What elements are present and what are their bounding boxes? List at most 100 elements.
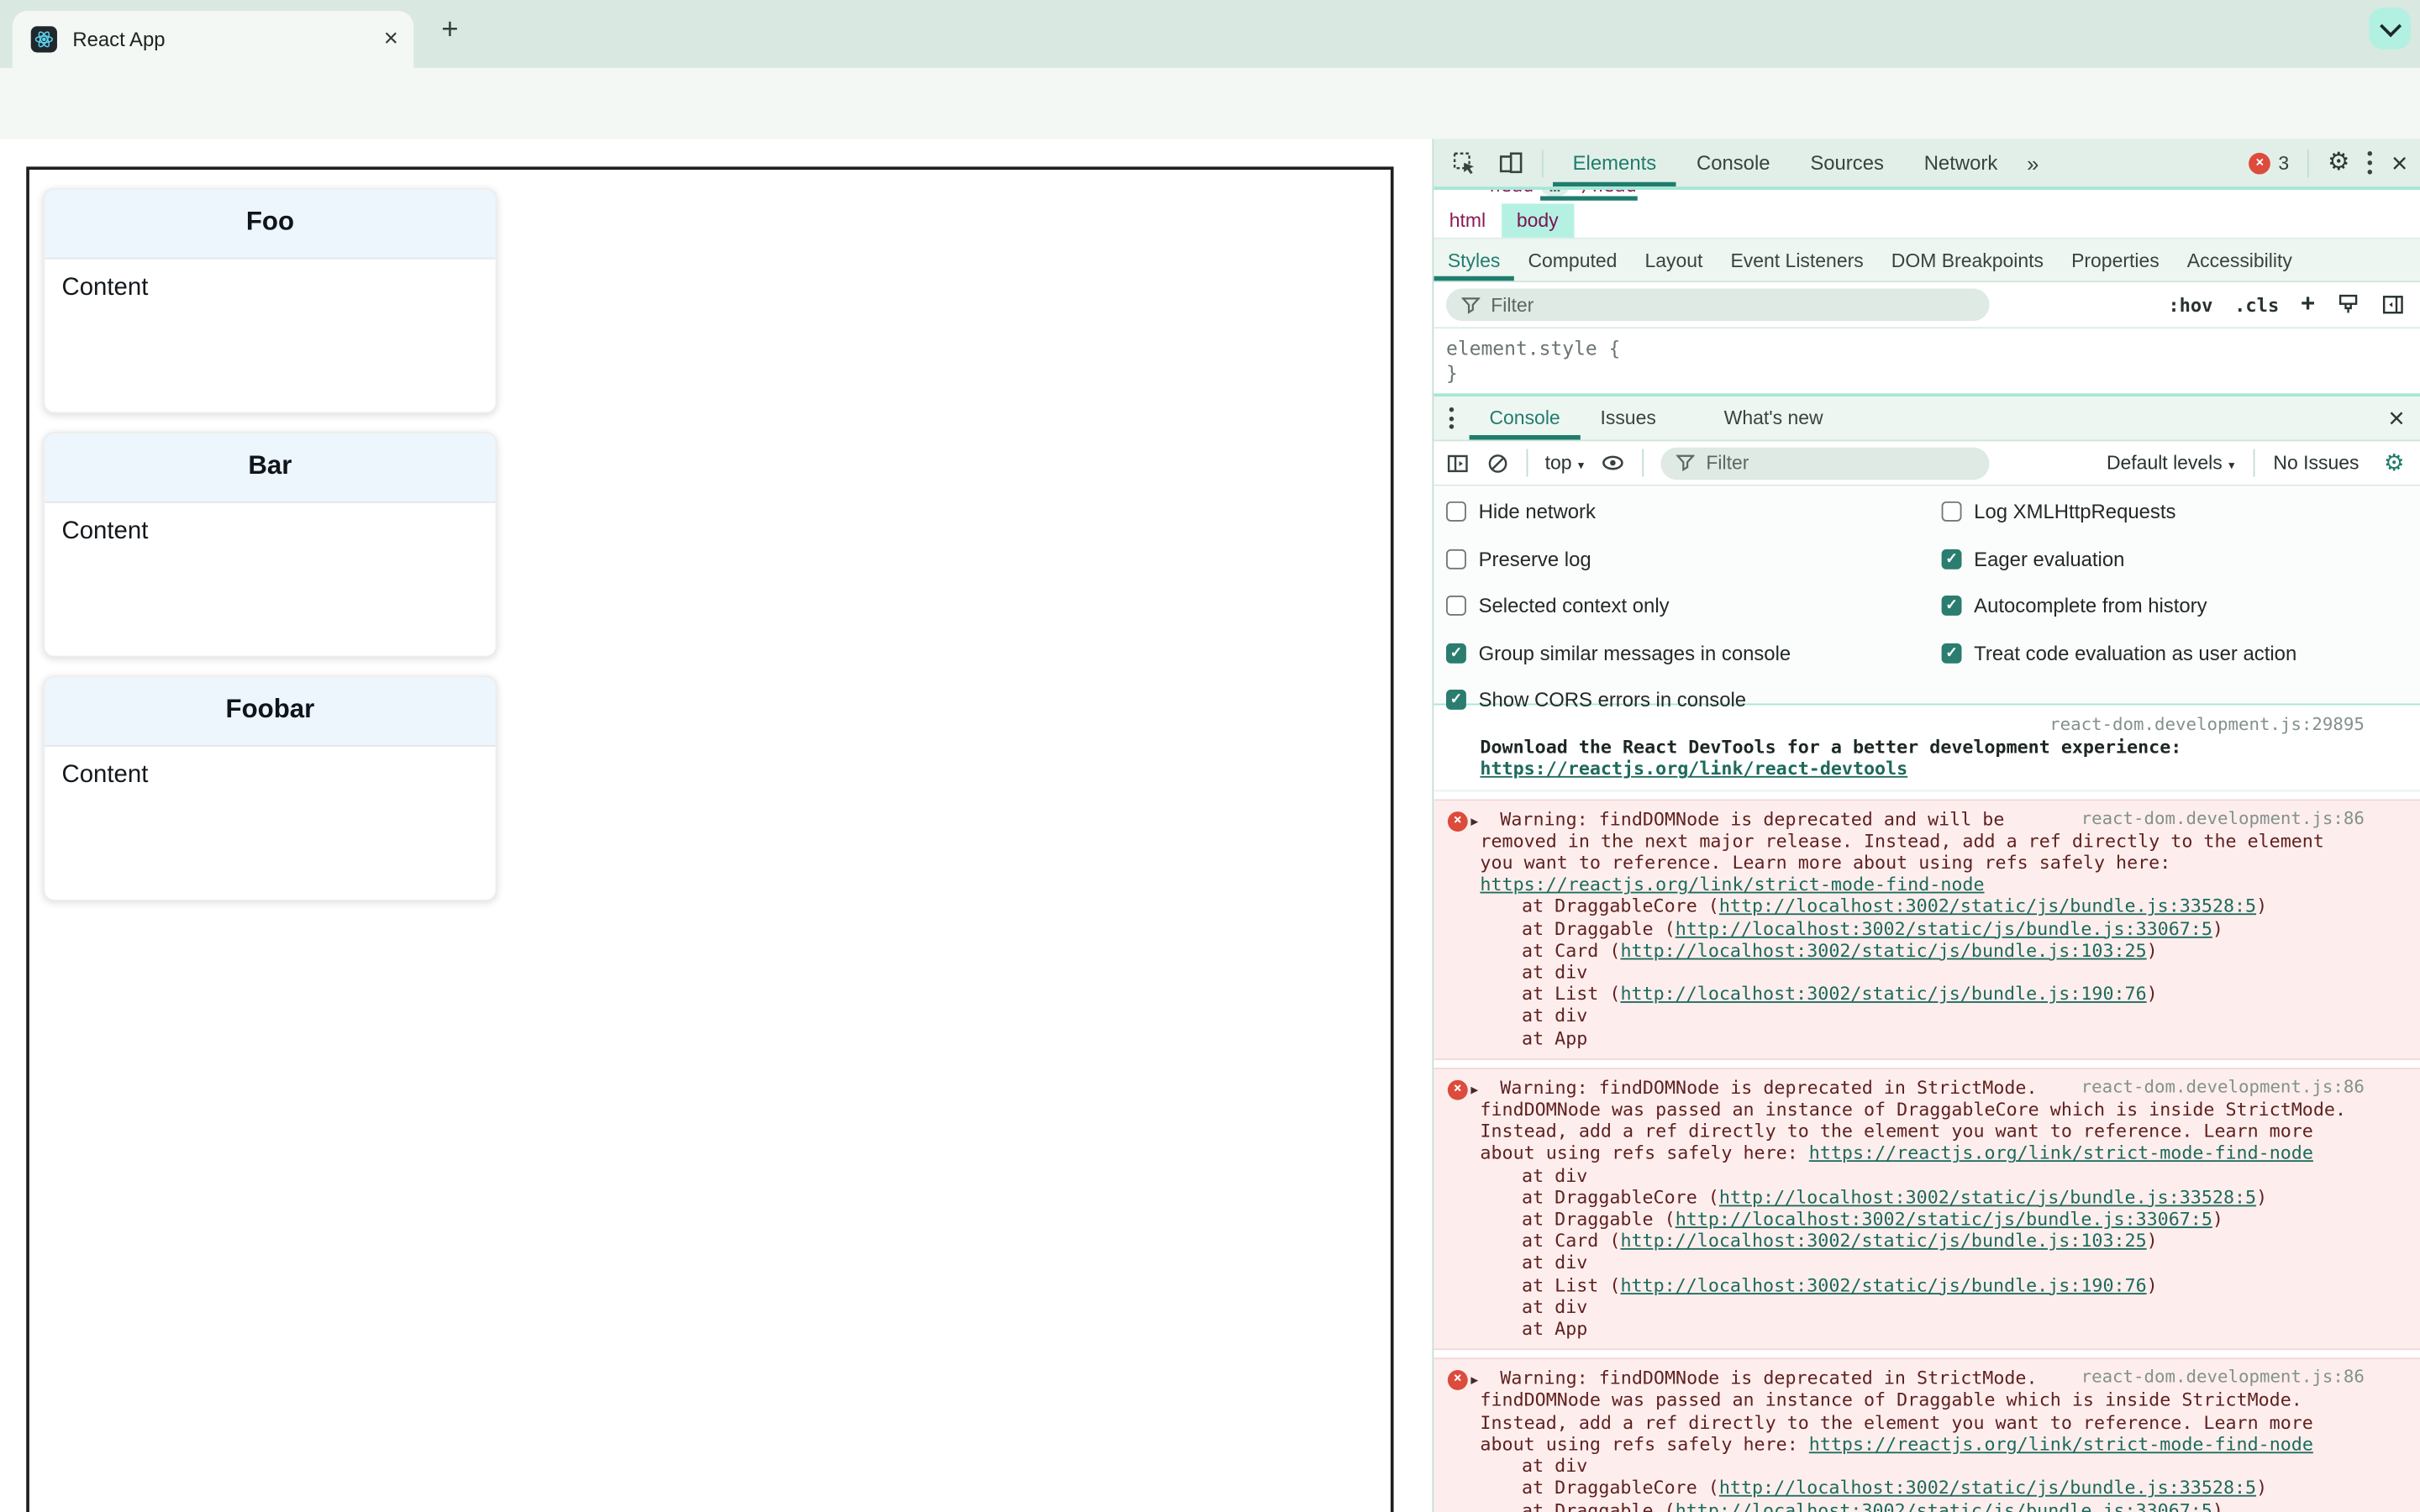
console-setting[interactable]: ✓ Group similar messages in console	[1446, 641, 1791, 664]
stack-link[interactable]: http://localhost:3002/static/js/bundle.j…	[1620, 983, 2146, 1005]
console-setting[interactable]: Hide network	[1446, 500, 1791, 523]
settings-gear-icon[interactable]: ⚙	[2328, 150, 2349, 175]
tab-styles[interactable]: Styles	[1434, 239, 1514, 281]
checkbox-unchecked[interactable]	[1446, 501, 1466, 522]
source-location[interactable]: react-dom.development.js:29895	[1480, 714, 2365, 736]
source-location[interactable]: react-dom.development.js:86	[2081, 1077, 2365, 1099]
expand-triangle-icon[interactable]: ▶	[1470, 1079, 1478, 1101]
stack-link[interactable]: http://localhost:3002/static/js/bundle.j…	[1719, 895, 2256, 917]
console-setting[interactable]: Selected context only	[1446, 594, 1791, 617]
expand-triangle-icon[interactable]: ▶	[1470, 1371, 1478, 1393]
devtools-link[interactable]: https://reactjs.org/link/react-devtools	[1480, 759, 1907, 780]
console-setting[interactable]: ✓ Autocomplete from history	[1941, 594, 2297, 617]
checkbox-checked[interactable]: ✓	[1941, 643, 1962, 663]
card-header[interactable]: Bar	[45, 433, 496, 503]
tab-drawer-whats-new[interactable]: What's new	[1704, 396, 1844, 439]
stack-link[interactable]: http://localhost:3002/static/js/bundle.j…	[1676, 1208, 2212, 1230]
new-style-rule-button[interactable]: +	[2301, 291, 2315, 318]
element-style-open: element.style {	[1446, 336, 1621, 360]
content-card[interactable]: Foobar Content	[43, 675, 497, 901]
checkbox-checked[interactable]: ✓	[1941, 548, 1962, 569]
tab-computed[interactable]: Computed	[1514, 239, 1631, 281]
tab-event-listeners[interactable]: Event Listeners	[1717, 239, 1877, 281]
content-card[interactable]: Foo Content	[43, 188, 497, 414]
issues-counter[interactable]: No Issues	[2273, 452, 2359, 474]
stack-link[interactable]: http://localhost:3002/static/js/bundle.j…	[1719, 1477, 2256, 1499]
stack-link[interactable]: http://localhost:3002/static/js/bundle.j…	[1620, 939, 2146, 961]
breadcrumb-body[interactable]: body	[1501, 203, 1574, 238]
hov-toggle[interactable]: :hov	[2168, 294, 2212, 316]
styles-filter-input[interactable]: Filter	[1446, 288, 1990, 322]
tab-elements[interactable]: Elements	[1553, 139, 1676, 186]
device-toolbar-icon[interactable]	[1498, 150, 1523, 175]
tab-network[interactable]: Network	[1904, 139, 2018, 186]
log-levels-dropdown[interactable]: Default levels ▾	[2107, 452, 2235, 474]
stack-link[interactable]: http://localhost:3002/static/js/bundle.j…	[1676, 1499, 2212, 1512]
dom-ellipsis[interactable]: …	[1539, 189, 1570, 196]
new-tab-button[interactable]: +	[441, 14, 458, 48]
tab-search-button[interactable]	[2369, 8, 2411, 50]
devtools-menu-icon[interactable]	[2368, 151, 2373, 174]
console-settings-gear-icon[interactable]: ⚙	[2384, 451, 2405, 475]
stack-line: at Card (http://localhost:3002/static/js…	[1522, 939, 2158, 961]
tab-sources[interactable]: Sources	[1790, 139, 1903, 186]
stack-link[interactable]: http://localhost:3002/static/js/bundle.j…	[1620, 1230, 2146, 1252]
tab-dom-breakpoints[interactable]: DOM Breakpoints	[1877, 239, 2057, 281]
console-setting[interactable]: Preserve log	[1446, 547, 1791, 570]
inspect-element-icon[interactable]	[1452, 150, 1476, 175]
context-selector[interactable]: top ▾	[1545, 452, 1585, 474]
source-location[interactable]: react-dom.development.js:86	[2081, 808, 2365, 830]
tab-accessibility[interactable]: Accessibility	[2173, 239, 2306, 281]
element-style-block[interactable]: element.style { }	[1434, 328, 2420, 397]
divider	[1526, 449, 1528, 477]
tab-layout[interactable]: Layout	[1631, 239, 1717, 281]
devtools-close-icon[interactable]: ×	[2391, 149, 2407, 176]
warning-link[interactable]: https://reactjs.org/link/strict-mode-fin…	[1809, 1142, 2313, 1164]
stack-link[interactable]: http://localhost:3002/static/js/bundle.j…	[1676, 917, 2212, 939]
stack-line: at Draggable (http://localhost:3002/stat…	[1522, 1208, 2223, 1230]
source-location[interactable]: react-dom.development.js:86	[2081, 1368, 2365, 1389]
checkbox-label: Show CORS errors in console	[1478, 688, 1747, 711]
stack-link[interactable]: http://localhost:3002/static/js/bundle.j…	[1620, 1274, 2146, 1296]
warning-link[interactable]: https://reactjs.org/link/strict-mode-fin…	[1809, 1433, 2313, 1455]
checkbox-checked[interactable]: ✓	[1446, 690, 1466, 710]
console-filter-input[interactable]: Filter	[1661, 446, 1991, 480]
clear-console-icon[interactable]	[1486, 451, 1510, 475]
more-tabs-icon[interactable]: »	[2018, 150, 2048, 175]
warning-link[interactable]: https://reactjs.org/link/strict-mode-fin…	[1480, 874, 1984, 895]
dock-sidebar-icon[interactable]	[2381, 293, 2405, 317]
live-expression-eye-icon[interactable]	[1601, 450, 1625, 475]
warning-text: about using refs safely here: https://re…	[1480, 1433, 2313, 1455]
checkbox-unchecked[interactable]	[1941, 501, 1962, 522]
card-header[interactable]: Foo	[45, 189, 496, 260]
checkbox-checked[interactable]: ✓	[1941, 595, 1962, 616]
checkbox-checked[interactable]: ✓	[1446, 643, 1466, 663]
drawer-menu-icon[interactable]	[1449, 407, 1455, 429]
drawer-close-icon[interactable]: ×	[2388, 404, 2404, 432]
console-setting[interactable]: ✓ Show CORS errors in console	[1446, 688, 1791, 711]
checkbox-unchecked[interactable]	[1446, 595, 1466, 616]
expand-triangle-icon[interactable]: ▶	[1470, 811, 1478, 832]
dom-breadcrumb: html body	[1434, 203, 2420, 239]
warning-text: Warning: findDOMNode is deprecated and w…	[1500, 807, 2005, 830]
checkbox-label: Preserve log	[1478, 547, 1591, 570]
console-messages: react-dom.development.js:29895 Download …	[1434, 705, 2420, 1512]
console-setting[interactable]: ✓ Treat code evaluation as user action	[1941, 641, 2296, 664]
rendering-brush-icon[interactable]	[2337, 293, 2360, 317]
console-setting[interactable]: ✓ Eager evaluation	[1941, 547, 2297, 570]
console-setting[interactable]: Log XMLHttpRequests	[1941, 500, 2297, 523]
checkbox-unchecked[interactable]	[1446, 548, 1466, 569]
content-card[interactable]: Bar Content	[43, 432, 497, 658]
tab-drawer-console[interactable]: Console	[1470, 396, 1581, 439]
tab-console[interactable]: Console	[1676, 139, 1790, 186]
breadcrumb-html[interactable]: html	[1434, 203, 1501, 237]
tab-properties[interactable]: Properties	[2058, 239, 2174, 281]
tab-close-icon[interactable]: ×	[384, 26, 398, 51]
error-badge-icon[interactable]: ×	[2249, 151, 2271, 174]
card-header[interactable]: Foobar	[45, 677, 496, 747]
browser-tab[interactable]: React App ×	[12, 10, 414, 68]
stack-link[interactable]: http://localhost:3002/static/js/bundle.j…	[1719, 1186, 2256, 1208]
console-sidebar-icon[interactable]	[1446, 451, 1470, 475]
tab-drawer-issues[interactable]: Issues	[1581, 396, 1676, 439]
cls-toggle[interactable]: .cls	[2234, 294, 2279, 316]
